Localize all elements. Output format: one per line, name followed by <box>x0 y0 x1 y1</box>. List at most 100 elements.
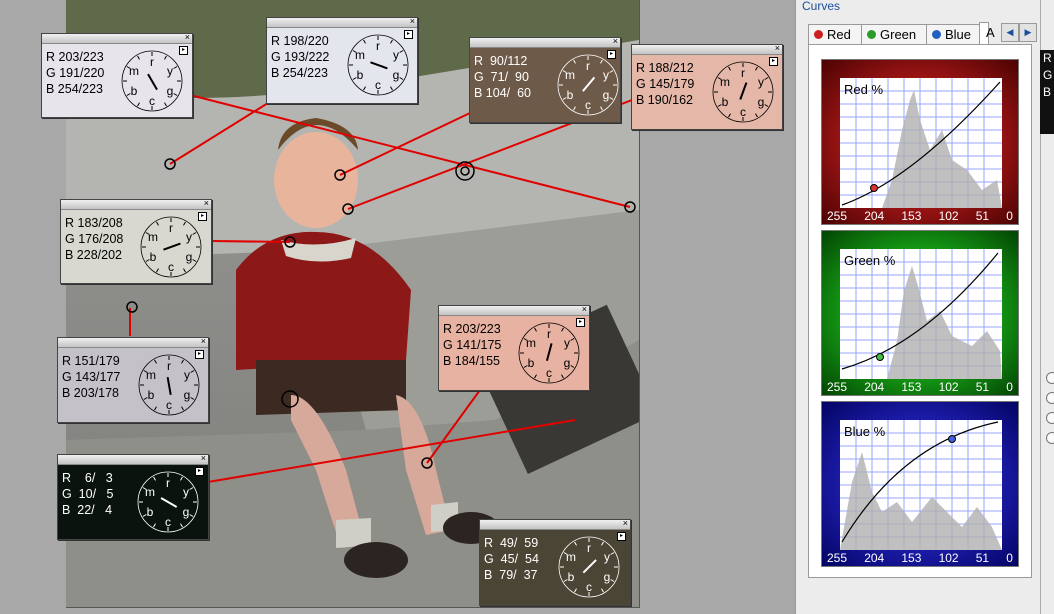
color-probe-window[interactable]: × ▸ R 198/220 G 193/222 B 254/223 m r y g c b <box>266 16 418 104</box>
dial-letter: b <box>150 250 157 264</box>
color-probe-window[interactable]: × ▸ R 49/ 59 G 45/ 54 B 79/ 37 m r y g c b <box>479 518 631 606</box>
curves-panel: Curves Red Green Blue A ◀ ▶ Red % 255 20… <box>795 0 1041 614</box>
dial-letter: y <box>184 368 190 382</box>
probe-r-value: R 188/212 <box>636 61 694 75</box>
dial-letter: g <box>393 68 400 82</box>
probe-b-value: B 254/223 <box>271 66 328 80</box>
probe-b-value: B 22/ 4 <box>62 503 113 517</box>
color-probe-window[interactable]: × ▸ R 90/112 G 71/ 90 B 104/ 60 m r y g c b <box>469 36 621 123</box>
scale-tick: 0 <box>1006 551 1013 565</box>
close-icon[interactable]: × <box>201 453 206 464</box>
close-icon[interactable]: × <box>410 16 415 27</box>
tab-scroll-left-icon[interactable]: ◀ <box>1001 23 1019 42</box>
dial-letter: y <box>393 48 399 62</box>
color-probe-window[interactable]: × ▸ R 203/223 G 141/175 B 184/155 m r y g c b <box>438 304 590 391</box>
probe-rgb-values: R 203/223 G 191/220 B 254/223 <box>46 49 104 97</box>
probe-g-value: G 145/179 <box>636 77 695 91</box>
mini-readout-r: R <box>1043 51 1052 65</box>
probe-titlebar[interactable]: × <box>480 518 630 530</box>
close-icon[interactable]: × <box>613 36 618 47</box>
probe-titlebar[interactable]: × <box>61 198 211 210</box>
dial-letter: r <box>741 66 745 80</box>
scale-tick: 153 <box>901 380 922 394</box>
red-curve-box[interactable]: Red % 255 204 153 102 51 0 <box>821 59 1019 225</box>
probe-b-value: B 228/202 <box>65 248 122 262</box>
probe-titlebar[interactable]: × <box>58 336 208 348</box>
tab-blue[interactable]: Blue <box>926 24 980 44</box>
hue-dial-icon: mrygcb <box>558 536 620 598</box>
tab-all[interactable]: A <box>979 22 995 44</box>
blue-curve-box[interactable]: Blue % 255 204 153 102 51 0 <box>821 401 1019 567</box>
dial-letter: m <box>720 75 730 89</box>
dial-letter: g <box>564 356 571 370</box>
close-icon[interactable]: × <box>204 198 209 209</box>
dial-letter: g <box>758 95 765 109</box>
probe-titlebar[interactable]: × <box>58 453 208 465</box>
dial-letter: r <box>167 359 171 373</box>
close-icon[interactable]: × <box>185 32 190 43</box>
probe-b-value: B 104/ 60 <box>474 86 531 100</box>
dial-letter: m <box>145 485 155 499</box>
tab-green-label: Green <box>880 27 917 42</box>
red-dot-icon <box>814 30 823 39</box>
green-curve-box[interactable]: Green % 255 204 153 102 51 0 <box>821 230 1019 396</box>
probe-b-value: B 79/ 37 <box>484 568 538 582</box>
blue-curve-title: Blue % <box>844 424 886 439</box>
radio-option[interactable] <box>1046 412 1054 424</box>
hue-dial-icon: mrygcb <box>138 354 200 416</box>
probe-rgb-values: R 6/ 3 G 10/ 5 B 22/ 4 <box>62 470 113 518</box>
close-icon[interactable]: × <box>582 304 587 315</box>
dial-hand <box>582 76 596 92</box>
scale-tick: 102 <box>938 551 959 565</box>
scale-tick: 204 <box>864 551 885 565</box>
scale-tick: 204 <box>864 209 885 223</box>
probe-titlebar[interactable]: × <box>42 32 192 44</box>
hue-dial-icon: mrygcb <box>140 216 202 278</box>
dial-letter: b <box>357 68 364 82</box>
probe-titlebar[interactable]: × <box>632 43 782 55</box>
dial-hand <box>739 82 748 100</box>
dial-letter: g <box>184 388 191 402</box>
probe-rgb-values: R 188/212 G 145/179 B 190/162 <box>636 60 694 108</box>
dial-letter: c <box>149 94 155 108</box>
tab-scroll-right-icon[interactable]: ▶ <box>1019 23 1037 42</box>
dial-letter: m <box>148 230 158 244</box>
color-probe-window[interactable]: × ▸ R 183/208 G 176/208 B 228/202 m r y g c b <box>60 198 212 284</box>
dial-letter: r <box>169 221 173 235</box>
color-probe-window[interactable]: × ▸ R 188/212 G 145/179 B 190/162 m r y g c b <box>631 43 783 130</box>
dial-letter: m <box>565 68 575 82</box>
color-probe-window[interactable]: × ▸ R 203/223 G 191/220 B 254/223 m r y g c b <box>41 32 193 118</box>
radio-option[interactable] <box>1046 432 1054 444</box>
close-icon[interactable]: × <box>775 43 780 54</box>
probe-r-value: R 203/223 <box>443 322 501 336</box>
dial-letter: c <box>585 98 591 112</box>
tab-red[interactable]: Red <box>808 24 862 44</box>
color-probe-window[interactable]: × ▸ R 151/179 G 143/177 B 203/178 m r y g c b <box>57 336 209 423</box>
probe-r-value: R 198/220 <box>271 34 329 48</box>
dial-hand <box>370 61 388 70</box>
dial-hand <box>160 497 178 508</box>
dial-letter: r <box>586 59 590 73</box>
scale-tick: 153 <box>901 551 922 565</box>
probe-titlebar[interactable]: × <box>470 36 620 48</box>
close-icon[interactable]: × <box>623 518 628 529</box>
dial-letter: y <box>167 64 173 78</box>
dial-letter: g <box>167 84 174 98</box>
probe-b-value: B 203/178 <box>62 386 119 400</box>
dial-letter: c <box>586 580 592 594</box>
tab-red-label: Red <box>827 27 851 42</box>
dial-letter: y <box>604 550 610 564</box>
tab-green[interactable]: Green <box>861 24 927 44</box>
hue-dial-icon: mrygcb <box>137 471 199 533</box>
radio-option[interactable] <box>1046 392 1054 404</box>
mini-readout-b: B <box>1043 85 1052 99</box>
probe-titlebar[interactable]: × <box>439 304 589 316</box>
close-icon[interactable]: × <box>201 336 206 347</box>
radio-option[interactable] <box>1046 372 1054 384</box>
dial-letter: c <box>165 515 171 529</box>
blue-curve-scale: 255 204 153 102 51 0 <box>827 551 1013 565</box>
probe-titlebar[interactable]: × <box>267 16 417 28</box>
dial-letter: c <box>546 366 552 380</box>
probe-r-value: R 49/ 59 <box>484 536 539 550</box>
color-probe-window[interactable]: × ▸ R 6/ 3G 10/ 5B 22/ 4mrygcb <box>57 453 209 540</box>
